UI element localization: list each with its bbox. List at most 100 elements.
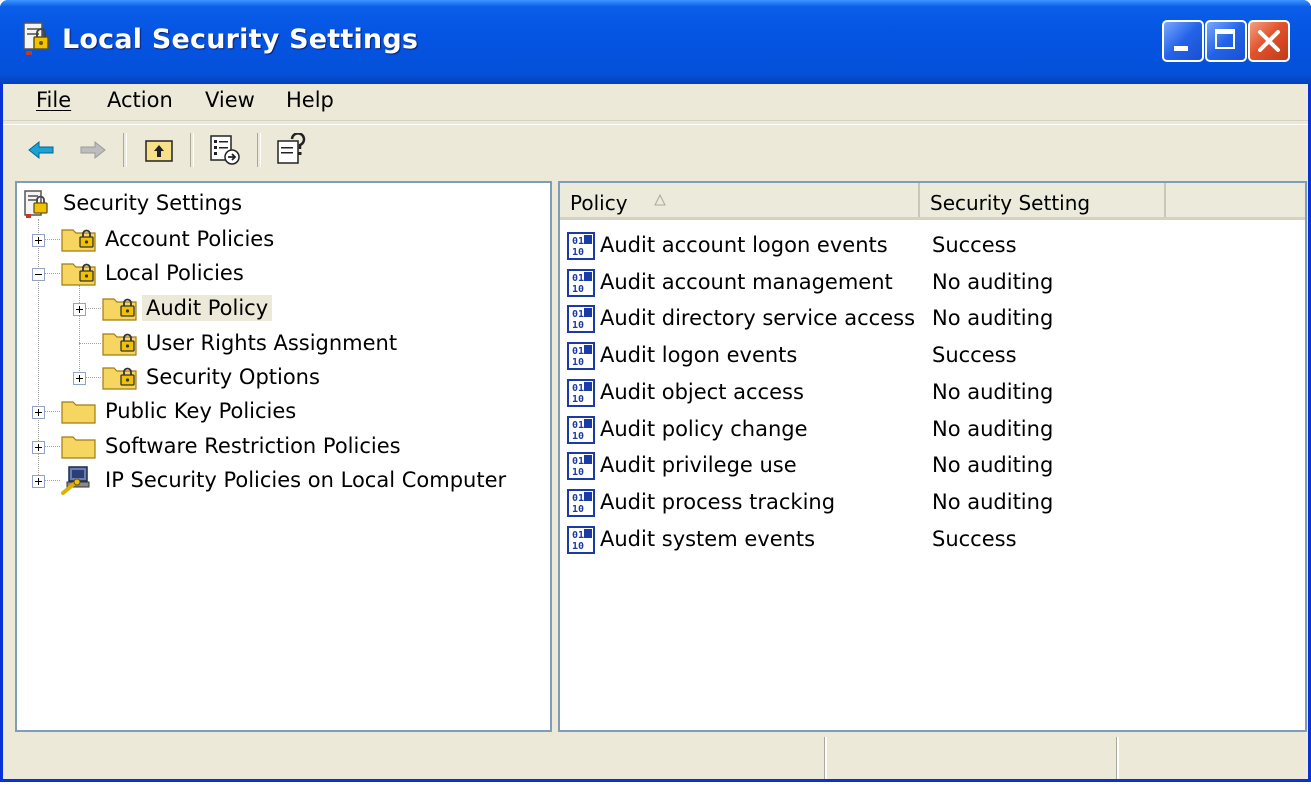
close-button[interactable] <box>1248 20 1290 62</box>
policy-name: Audit policy change <box>600 416 808 441</box>
policy-row[interactable]: 01 10 Audit account management No auditing <box>560 264 1305 300</box>
svg-text:10: 10 <box>572 320 584 331</box>
policy-name: Audit process tracking <box>600 489 836 514</box>
tree-item-user-rights-assignment[interactable]: User Rights Assignment <box>72 327 532 359</box>
tree-item-security-options[interactable]: Security Options <box>72 361 532 393</box>
policy-binary-icon: 01 10 <box>566 488 596 518</box>
expand-icon[interactable] <box>32 234 45 247</box>
title-bar[interactable]: Local Security Settings <box>0 0 1311 84</box>
minimize-icon <box>1174 46 1188 51</box>
status-pane-secondary <box>825 737 1117 779</box>
policy-row[interactable]: 01 10 Audit object access No auditing <box>560 374 1305 410</box>
expand-icon[interactable] <box>32 406 45 419</box>
locked-folder-icon <box>61 229 96 252</box>
svg-text:01: 01 <box>572 383 584 394</box>
policy-name: Audit logon events <box>600 343 798 368</box>
close-icon <box>1258 30 1280 52</box>
policy-binary-icon: 01 10 <box>566 268 596 298</box>
tree-item-label: Local Policies <box>105 261 244 285</box>
policy-name: Audit privilege use <box>600 453 797 478</box>
policy-binary-icon: 01 10 <box>566 451 596 481</box>
folder-icon <box>61 401 96 424</box>
content-area: Security Settings Account Policies Local… <box>15 181 1307 732</box>
collapse-icon[interactable] <box>32 268 45 281</box>
maximize-icon <box>1215 29 1235 49</box>
menu-action[interactable]: Action <box>107 88 173 112</box>
tree-item-security-settings[interactable]: Security Settings <box>23 187 523 219</box>
menu-bar: File Action View Help <box>3 84 1308 121</box>
help-icon[interactable] <box>275 133 309 167</box>
svg-text:10: 10 <box>572 394 584 405</box>
security-settings-icon <box>23 22 49 55</box>
svg-text:01: 01 <box>572 456 584 467</box>
expand-icon[interactable] <box>32 475 45 488</box>
tree-item-label: Software Restriction Policies <box>105 434 401 458</box>
column-header-security-setting[interactable]: Security Setting <box>920 183 1166 217</box>
export-list-icon[interactable] <box>208 133 242 167</box>
tree-item-ip-security-policies[interactable]: IP Security Policies on Local Computer <box>31 464 536 496</box>
policy-binary-icon: 01 10 <box>566 304 596 334</box>
policy-row[interactable]: 01 10 Audit policy change No auditing <box>560 411 1305 447</box>
menu-file-label: File <box>36 88 72 112</box>
locked-folder-icon <box>102 298 137 321</box>
policy-setting: No auditing <box>932 379 1054 404</box>
forward-arrow-icon[interactable] <box>75 133 109 167</box>
policy-setting: Success <box>932 343 1017 368</box>
svg-text:01: 01 <box>572 236 584 247</box>
tree-item-label: IP Security Policies on Local Computer <box>105 468 507 492</box>
policy-name: Audit system events <box>600 526 816 551</box>
policy-row[interactable]: 01 10 Audit process tracking No auditing <box>560 484 1305 520</box>
svg-text:10: 10 <box>572 284 584 295</box>
menu-help[interactable]: Help <box>286 88 334 112</box>
expand-icon[interactable] <box>73 303 86 316</box>
svg-text:10: 10 <box>572 467 584 478</box>
policy-name: Audit account management <box>600 269 893 294</box>
app-window: Local Security Settings File Action View… <box>0 0 1311 782</box>
policy-setting: No auditing <box>932 306 1054 331</box>
tree-item-software-restriction-policies[interactable]: Software Restriction Policies <box>31 430 531 462</box>
svg-text:10: 10 <box>572 431 584 442</box>
column-header-policy[interactable]: Policy <box>560 183 920 217</box>
tree-item-public-key-policies[interactable]: Public Key Policies <box>31 395 531 427</box>
toolbar-separator <box>257 133 261 167</box>
policy-row[interactable]: 01 10 Audit system events Success <box>560 521 1305 557</box>
tree-item-label: Audit Policy <box>142 295 273 321</box>
status-pane-main <box>3 737 825 779</box>
policy-row[interactable]: 01 10 Audit account logon events Success <box>560 227 1305 263</box>
maximize-button[interactable] <box>1205 20 1247 62</box>
svg-text:01: 01 <box>572 530 584 541</box>
tree-item-label: Security Settings <box>63 191 243 215</box>
tree-item-local-policies[interactable]: Local Policies <box>31 257 531 289</box>
toolbar <box>3 124 1308 175</box>
policy-list-pane[interactable]: Policy Security Setting 01 10 Audit accoun… <box>558 181 1307 732</box>
toolbar-separator <box>190 133 194 167</box>
expand-icon[interactable] <box>73 372 86 385</box>
policy-binary-icon: 01 10 <box>566 415 596 445</box>
policy-row[interactable]: 01 10 Audit directory service access No aud… <box>560 300 1305 336</box>
policy-name: Audit directory service access <box>600 306 916 331</box>
up-folder-icon[interactable] <box>142 133 176 167</box>
list-header: Policy Security Setting <box>560 183 1305 220</box>
policy-row[interactable]: 01 10 Audit privilege use No auditing <box>560 447 1305 483</box>
tree-item-label: User Rights Assignment <box>146 331 398 355</box>
tree-item-account-policies[interactable]: Account Policies <box>31 223 531 255</box>
menu-file[interactable]: File <box>36 88 71 112</box>
minimize-button[interactable] <box>1162 20 1204 62</box>
policy-setting: No auditing <box>932 489 1054 514</box>
column-header-label: Security Setting <box>930 191 1091 215</box>
menu-view[interactable]: View <box>205 88 255 112</box>
svg-text:01: 01 <box>572 346 584 357</box>
sort-ascending-icon <box>654 194 666 206</box>
policy-name: Audit object access <box>600 379 804 404</box>
policy-setting: No auditing <box>932 269 1054 294</box>
policy-binary-icon: 01 10 <box>566 231 596 261</box>
tree-item-label: Security Options <box>146 365 320 389</box>
back-arrow-icon[interactable] <box>25 133 59 167</box>
tree-pane[interactable]: Security Settings Account Policies Local… <box>15 181 552 732</box>
folder-icon <box>61 436 96 459</box>
svg-text:01: 01 <box>572 493 584 504</box>
policy-row[interactable]: 01 10 Audit logon events Success <box>560 337 1305 373</box>
column-header-empty <box>1166 183 1305 217</box>
expand-icon[interactable] <box>32 441 45 454</box>
tree-item-audit-policy[interactable]: Audit Policy <box>72 292 532 324</box>
